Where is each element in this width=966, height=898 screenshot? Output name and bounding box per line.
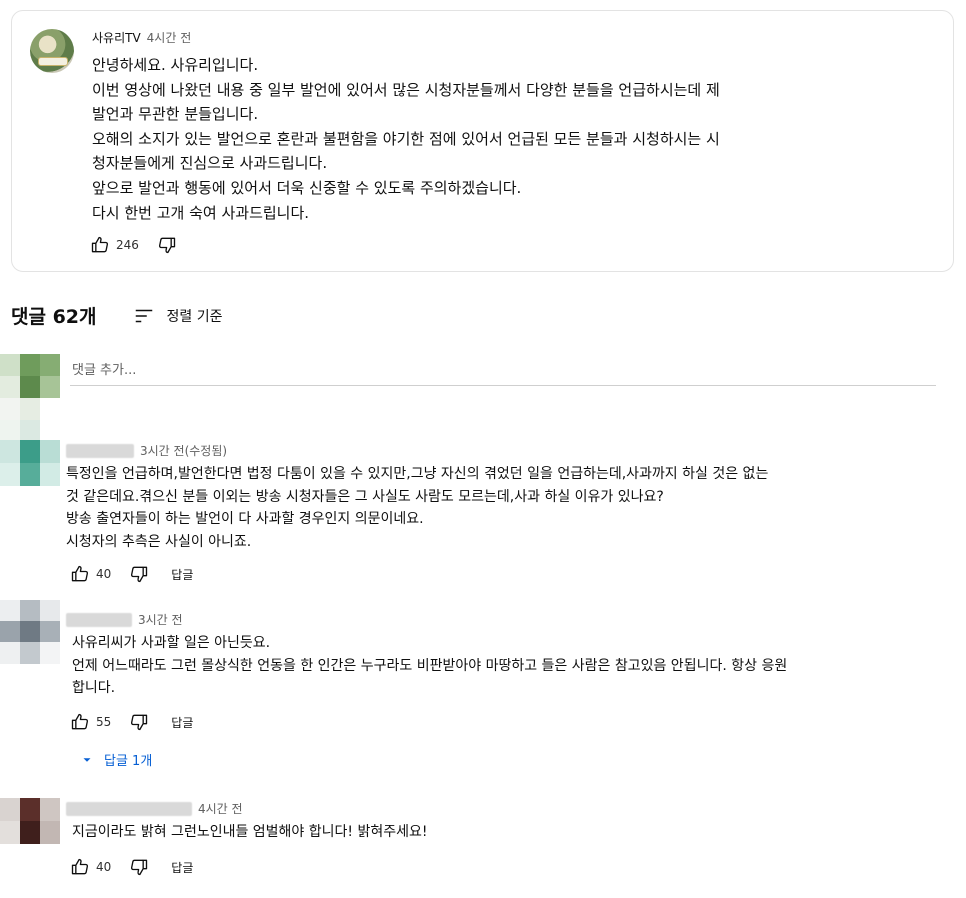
post-body: 안녕하세요. 사유리입니다. 이번 영상에 나왔던 내용 중 일부 발언에 있어… bbox=[92, 53, 922, 225]
comment-line: 것 같은데요.겪으신 분들 이외는 방송 시청자들은 그 사실도 사람도 모르는… bbox=[66, 488, 664, 505]
reply-button[interactable]: 답글 bbox=[171, 566, 193, 583]
post-actions: 246 bbox=[88, 233, 179, 257]
caret-down-icon bbox=[83, 757, 91, 762]
comment-meta: 4시간 전 bbox=[66, 800, 243, 817]
comment-like-count: 40 bbox=[96, 860, 112, 874]
reply-button[interactable]: 답글 bbox=[171, 859, 193, 876]
comment-time[interactable]: 4시간 전 bbox=[198, 800, 243, 817]
comment-time[interactable]: 3시간 전(수정됨) bbox=[140, 442, 227, 459]
thumbs-up-icon[interactable] bbox=[68, 562, 92, 586]
post-line: 발언과 무관한 분들입니다. bbox=[92, 105, 259, 124]
commenter-avatar[interactable] bbox=[0, 600, 60, 664]
post-line: 앞으로 발언과 행동에 있어서 더욱 신중할 수 있도록 주의하겠습니다. bbox=[92, 178, 522, 197]
add-comment-input[interactable] bbox=[70, 356, 936, 386]
commenter-name[interactable] bbox=[66, 443, 134, 458]
sort-button[interactable]: 정렬 기준 bbox=[133, 305, 223, 327]
thumbs-up-icon[interactable] bbox=[88, 233, 112, 257]
comment-line: 지금이라도 밝혀 그런노인내들 엄벌해야 합니다! 밝혀주세요! bbox=[72, 824, 428, 840]
thumbs-down-icon[interactable] bbox=[155, 233, 179, 257]
avatar-badge bbox=[38, 57, 68, 66]
post-line: 다시 한번 고개 숙여 사과드립니다. bbox=[92, 203, 310, 222]
comment-meta: 3시간 전(수정됨) bbox=[66, 442, 227, 459]
thumbs-down-icon[interactable] bbox=[127, 855, 151, 879]
user-avatar-mosaic bbox=[0, 354, 60, 440]
commenter-avatar[interactable] bbox=[0, 798, 60, 844]
post-time[interactable]: 4시간 전 bbox=[147, 31, 192, 45]
comment-line: 언제 어느때라도 그런 몰상식한 언동을 한 인간은 누구라도 비판받아야 마땅… bbox=[72, 657, 788, 674]
channel-name[interactable]: 사유리TV bbox=[92, 31, 141, 45]
comment-text: 사유리씨가 사과할 일은 아닌듯요. 언제 어느때라도 그런 몰상식한 언동을 … bbox=[72, 632, 787, 700]
comment-line: 시청자의 추측은 사실이 아니죠. bbox=[66, 533, 252, 550]
post-line: 오해의 소지가 있는 발언으로 혼란과 불편함을 야기한 점에 있어서 언급된 … bbox=[92, 129, 720, 148]
post-line: 이번 영상에 나왔던 내용 중 일부 발언에 있어서 많은 시청자분들께서 다양… bbox=[92, 80, 720, 99]
community-post-card: 사유리TV 4시간 전 안녕하세요. 사유리입니다. 이번 영상에 나왔던 내용 … bbox=[11, 10, 954, 272]
comment-text: 지금이라도 밝혀 그런노인내들 엄벌해야 합니다! 밝혀주세요! bbox=[72, 821, 427, 844]
view-replies-button[interactable]: 답글 1개 bbox=[80, 750, 152, 769]
comment-line: 방송 출연자들이 하는 발언이 다 사과할 경우인지 의문이네요. bbox=[66, 511, 424, 527]
comment-meta: 3시간 전 bbox=[66, 611, 183, 628]
comments-header: 댓글 62개 정렬 기준 bbox=[11, 302, 222, 329]
comment-actions: 40 답글 bbox=[68, 855, 193, 879]
reply-button[interactable]: 답글 bbox=[171, 714, 193, 731]
sort-label: 정렬 기준 bbox=[166, 308, 223, 325]
commenter-avatar[interactable] bbox=[0, 440, 60, 486]
comment-like-count: 40 bbox=[96, 567, 112, 581]
commenter-name[interactable] bbox=[66, 612, 132, 627]
comment-line: 특정인을 언급하며,발언한다면 법정 다툼이 있을 수 있지만,그냥 자신의 겪… bbox=[66, 466, 769, 482]
thumbs-up-icon[interactable] bbox=[68, 710, 92, 734]
channel-avatar[interactable] bbox=[30, 29, 74, 73]
post-like-count: 246 bbox=[116, 238, 139, 252]
comment-like-count: 55 bbox=[96, 715, 112, 729]
thumbs-up-icon[interactable] bbox=[68, 855, 92, 879]
comment-line: 사유리씨가 사과할 일은 아닌듯요. bbox=[72, 635, 271, 651]
sort-icon bbox=[135, 309, 152, 322]
post-line: 청자분들에게 진심으로 사과드립니다. bbox=[92, 154, 328, 173]
comment-text: 특정인을 언급하며,발언한다면 법정 다툼이 있을 수 있지만,그냥 자신의 겪… bbox=[66, 463, 768, 553]
comments-count-title: 댓글 62개 bbox=[11, 306, 97, 328]
comment-actions: 55 답글 bbox=[68, 710, 193, 734]
comment-line: 합니다. bbox=[72, 680, 116, 696]
comment-actions: 40 답글 bbox=[68, 562, 193, 586]
post-line: 안녕하세요. 사유리입니다. bbox=[92, 56, 259, 74]
replies-count-label: 답글 1개 bbox=[104, 754, 153, 769]
comment-time[interactable]: 3시간 전 bbox=[138, 611, 183, 628]
commenter-name[interactable] bbox=[66, 801, 192, 816]
post-header: 사유리TV 4시간 전 bbox=[92, 29, 191, 46]
thumbs-down-icon[interactable] bbox=[127, 710, 151, 734]
thumbs-down-icon[interactable] bbox=[127, 562, 151, 586]
